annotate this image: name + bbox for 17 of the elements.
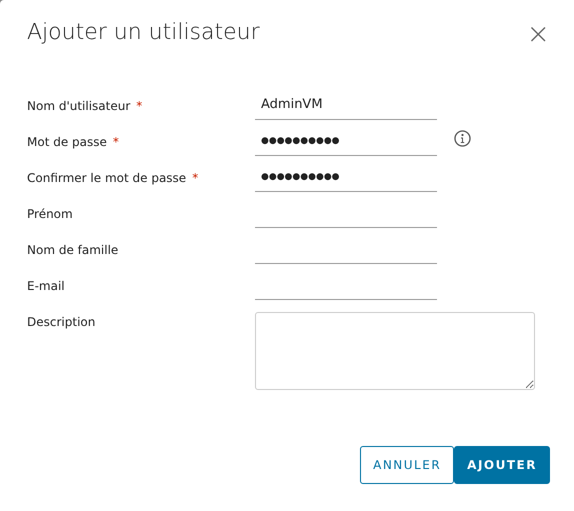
field-label: E-mail: [27, 279, 65, 293]
field-label: Prénom: [27, 207, 73, 221]
field-label: Nom de famille: [27, 243, 118, 257]
field-label: Nom d'utilisateur: [27, 99, 130, 113]
add-button[interactable]: AJOUTER: [454, 446, 550, 484]
field-label: Description: [27, 315, 96, 329]
dialog-title: Ajouter un utilisateur: [27, 20, 260, 46]
field-label: Mot de passe: [27, 135, 107, 149]
cancel-button[interactable]: ANNULER: [360, 446, 454, 484]
close-button[interactable]: ×: [526, 20, 550, 48]
field-label: Confirmer le mot de passe: [27, 171, 186, 185]
required-mark: *: [112, 135, 119, 149]
description-field[interactable]: [255, 312, 535, 390]
required-mark: *: [192, 171, 198, 185]
info-icon[interactable]: [454, 130, 471, 147]
input-field[interactable]: AdminVM: [255, 96, 437, 120]
required-mark: *: [136, 99, 142, 113]
